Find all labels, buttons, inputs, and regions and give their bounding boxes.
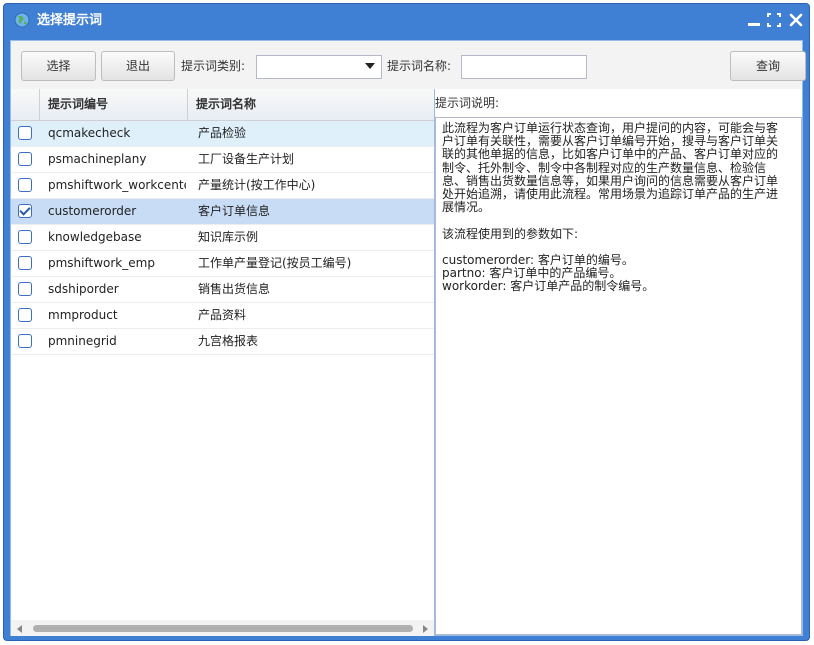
description-textarea[interactable]: 此流程为客户订单运行状态查询，用户提问的内容，可能会与客 户订单有关联性，需要从客… <box>435 117 802 635</box>
table-row[interactable]: sdshiporder 销售出货信息 <box>11 277 434 303</box>
prompt-code-cell: pmshiftwork_workcenter <box>48 178 186 192</box>
prompt-code-cell: mmproduct <box>48 308 118 322</box>
prompt-name-cell: 产品资料 <box>198 308 247 322</box>
row-checkbox[interactable] <box>18 126 32 140</box>
prompt-code-cell: customerorder <box>48 204 137 218</box>
grid-header: 提示词编号 提示词名称 <box>11 89 434 121</box>
minimize-icon[interactable] <box>746 12 762 28</box>
row-checkbox[interactable] <box>18 256 32 270</box>
table-row[interactable]: mmproduct 产品资料 <box>11 303 434 329</box>
row-checkbox[interactable] <box>18 152 32 166</box>
prompt-name-cell: 产品检验 <box>198 126 247 140</box>
scroll-thumb[interactable] <box>33 625 413 632</box>
description-line: workorder: 客户订单产品的制令编号。 <box>442 279 655 294</box>
prompt-code-cell: pmshiftwork_emp <box>48 256 155 270</box>
prompt-name-cell: 知识库示例 <box>198 230 259 244</box>
table-row[interactable]: psmachineplany 工厂设备生产计划 <box>11 147 434 173</box>
row-checkbox[interactable] <box>18 308 32 322</box>
maximize-icon[interactable] <box>766 12 782 28</box>
prompt-name-cell: 九宫格报表 <box>198 334 259 348</box>
table-row[interactable]: qcmakecheck 产品检验 <box>11 121 434 147</box>
prompt-grid: 提示词编号 提示词名称 qcmakecheck 产品检验 psmachineplan… <box>11 89 435 636</box>
description-line: 联的其他单据的信息，比如客户订单中的产品、客户订单对应的 <box>442 147 779 162</box>
horizontal-scrollbar[interactable] <box>11 620 434 636</box>
prompt-picker-window: 选择提示词 选择 退出 提示词类别: 提示词名称: 查询 提示词编号 提示词名称… <box>3 3 810 641</box>
prompt-code-cell: knowledgebase <box>48 230 142 244</box>
description-line: 制令、托外制令、制令中各制程对应的生产数量信息、检验信 <box>442 160 767 175</box>
description-line: 处开始追溯，请使用此流程。常用场景为追踪订单产品的生产进 <box>442 187 779 201</box>
prompt-name-cell: 工厂设备生产计划 <box>198 152 295 166</box>
row-checkbox-checked[interactable] <box>18 204 32 218</box>
name-input[interactable] <box>461 55 587 79</box>
description-line: 息、销售出货数量信息等，如果用户询问的信息需要从客户订单 <box>442 173 779 188</box>
prompt-code-cell: pmninegrid <box>48 334 117 348</box>
prompt-code-cell: qcmakecheck <box>48 126 131 140</box>
row-checkbox[interactable] <box>18 230 32 244</box>
category-label: 提示词类别: <box>181 59 246 73</box>
table-row[interactable]: knowledgebase 知识库示例 <box>11 225 434 251</box>
column-header-name[interactable]: 提示词名称 <box>188 89 434 120</box>
table-row[interactable]: customerorder 客户订单信息 <box>11 199 434 225</box>
row-checkbox[interactable] <box>18 178 32 192</box>
description-label: 提示词说明: <box>435 96 500 110</box>
window-title: 选择提示词 <box>37 13 103 28</box>
checkbox-column-header <box>11 89 40 120</box>
globe-icon <box>14 12 30 28</box>
select-button[interactable]: 选择 <box>21 51 96 81</box>
column-header-code[interactable]: 提示词编号 <box>40 89 188 120</box>
prompt-name-cell: 客户订单信息 <box>198 204 271 218</box>
description-line: 展情况。 <box>442 200 491 215</box>
table-row[interactable]: pmninegrid 九宫格报表 <box>11 329 434 355</box>
name-label: 提示词名称: <box>387 59 452 73</box>
table-row[interactable]: pmshiftwork_emp 工作单产量登记(按员工编号) <box>11 251 434 277</box>
description-line: 该流程使用到的参数如下: <box>442 226 579 241</box>
scroll-right-icon[interactable] <box>423 625 428 633</box>
scroll-left-icon[interactable] <box>17 625 22 633</box>
query-button[interactable]: 查询 <box>730 51 806 81</box>
category-select[interactable] <box>256 55 382 79</box>
row-checkbox[interactable] <box>18 282 32 296</box>
close-icon[interactable] <box>788 12 804 28</box>
window-body: 选择 退出 提示词类别: 提示词名称: 查询 提示词编号 提示词名称 qcmak… <box>10 40 806 636</box>
title-bar[interactable]: 选择提示词 <box>4 4 809 38</box>
chevron-down-icon[interactable] <box>365 63 375 69</box>
table-row[interactable]: pmshiftwork_workcenter 产量统计(按工作中心) <box>11 173 434 199</box>
prompt-name-cell: 产量统计(按工作中心) <box>198 178 316 192</box>
prompt-code-cell: sdshiporder <box>48 282 119 296</box>
description-panel: 提示词说明: 此流程为客户订单运行状态查询，用户提问的内容，可能会与客 户订单有关… <box>435 89 802 636</box>
prompt-code-cell: psmachineplany <box>48 152 147 166</box>
toolbar: 选择 退出 提示词类别: 提示词名称: 查询 <box>11 41 806 89</box>
row-checkbox[interactable] <box>18 334 32 348</box>
exit-button[interactable]: 退出 <box>101 51 175 81</box>
prompt-name-cell: 工作单产量登记(按员工编号) <box>198 256 352 270</box>
prompt-name-cell: 销售出货信息 <box>198 282 271 296</box>
